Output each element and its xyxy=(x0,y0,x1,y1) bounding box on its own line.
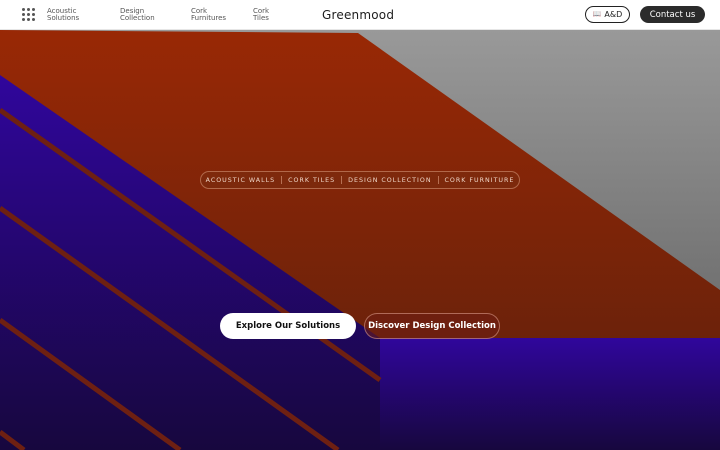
brand-logo[interactable]: Greenmood xyxy=(322,8,394,22)
a-and-d-button[interactable]: 📖 A&D xyxy=(585,6,630,23)
book-icon: 📖 xyxy=(592,10,602,18)
hero-section: ACOUSTIC WALLS CORK TILES DESIGN COLLECT… xyxy=(0,30,720,450)
a-and-d-label: A&D xyxy=(604,10,623,19)
nav-item-cork-tiles[interactable]: Cork Tiles xyxy=(253,8,269,22)
hero-lower-purple-panel xyxy=(380,338,720,450)
grid-menu-icon[interactable] xyxy=(22,8,35,21)
nav-item-label-line2: Furnitures xyxy=(191,14,227,22)
tag-divider xyxy=(437,176,439,184)
hero-background-art xyxy=(0,30,720,450)
nav-item-acoustic-solutions[interactable]: Acoustic Solutions xyxy=(47,8,79,22)
category-tag-bar: ACOUSTIC WALLS CORK TILES DESIGN COLLECT… xyxy=(200,171,520,189)
nav-item-label-line2: Tiles xyxy=(253,14,269,22)
tag-divider xyxy=(341,176,343,184)
tag-cork-furniture[interactable]: CORK FURNITURE xyxy=(445,177,515,184)
nav-item-label-line2: Collection xyxy=(120,14,155,22)
nav-item-cork-furnitures[interactable]: Cork Furnitures xyxy=(191,8,226,22)
tag-cork-tiles[interactable]: CORK TILES xyxy=(288,177,335,184)
nav-item-label-line2: Solutions xyxy=(47,14,80,22)
contact-us-button[interactable]: Contact us xyxy=(640,6,705,23)
nav-item-design-collection[interactable]: Design Collection xyxy=(120,8,155,22)
tag-divider xyxy=(281,176,283,184)
tag-design-collection[interactable]: DESIGN COLLECTION xyxy=(348,177,431,184)
top-navigation-bar: Acoustic Solutions Design Collection Cor… xyxy=(0,0,720,30)
discover-design-collection-button[interactable]: Discover Design Collection xyxy=(364,313,500,339)
explore-solutions-button[interactable]: Explore Our Solutions xyxy=(220,313,356,339)
tag-acoustic-walls[interactable]: ACOUSTIC WALLS xyxy=(206,177,275,184)
